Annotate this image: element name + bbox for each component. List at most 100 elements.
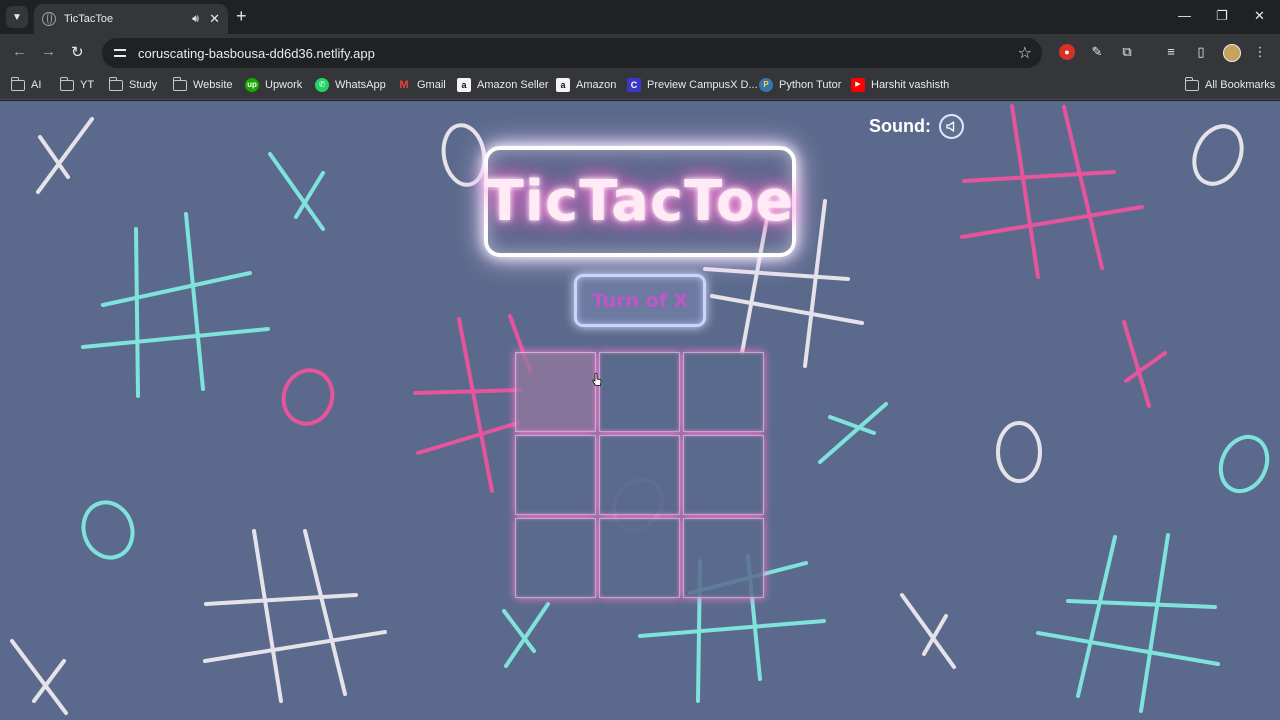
game-title: TicTacToe (485, 169, 795, 234)
bookmark-gmail[interactable]: M Gmail (397, 78, 446, 92)
bookmark-star-icon[interactable]: ☆ (1018, 43, 1032, 63)
bookmark-python-tutor[interactable]: P Python Tutor (759, 78, 841, 92)
minimize-icon[interactable]: — (1178, 8, 1191, 23)
folder-icon (173, 77, 187, 91)
turn-indicator: Turn of X (574, 274, 706, 327)
eyedropper-icon[interactable]: ✎ (1089, 44, 1105, 60)
doodle-hash (1036, 533, 1220, 713)
reload-icon[interactable]: ↻ (71, 43, 84, 61)
tab-title: TicTacToe (64, 13, 114, 25)
close-tab-icon[interactable]: ✕ (209, 11, 220, 27)
bookmark-label: Harshit vashisth (871, 79, 950, 91)
doodle-o (1218, 434, 1270, 494)
profile-avatar[interactable] (1223, 44, 1241, 62)
doodle-x (502, 602, 550, 668)
side-panel-icon[interactable]: ▯ (1193, 44, 1209, 60)
bookmark-label: All Bookmarks (1205, 78, 1276, 91)
bookmark-ai[interactable]: AI (11, 77, 41, 91)
globe-icon (42, 12, 56, 26)
extensions-puzzle-icon[interactable]: ⧉ (1119, 44, 1135, 60)
bookmark-label: Preview CampusX D... (647, 79, 758, 91)
extension-red-icon[interactable]: ● (1059, 44, 1075, 60)
bookmark-label: Study (129, 78, 158, 91)
board-cell-4[interactable] (599, 435, 680, 515)
doodle-x (1122, 320, 1167, 408)
back-icon[interactable]: ← (12, 43, 27, 60)
bookmark-label: YT (80, 78, 95, 91)
hand-cursor-icon (592, 373, 602, 386)
sound-toggle-button[interactable] (938, 114, 964, 139)
new-tab-button[interactable]: + (236, 7, 247, 25)
bookmark-study[interactable]: Study (109, 77, 158, 91)
bookmark-label: Gmail (417, 79, 446, 91)
speaker-icon[interactable]: 🔊︎ (192, 13, 199, 26)
folder-icon (11, 77, 25, 91)
doodle-o (441, 123, 487, 187)
browser-toolbar: ← → ↻ coruscating-basbousa-dd6d36.netlif… (0, 34, 1280, 72)
doodle-o (81, 500, 135, 560)
doodle-o (281, 368, 335, 426)
tab-search-button[interactable]: ▼ (6, 6, 28, 28)
python-icon: P (759, 78, 773, 92)
board-cell-8[interactable] (683, 518, 764, 598)
board-cell-2[interactable] (683, 352, 764, 432)
url-text[interactable]: coruscating-basbousa-dd6d36.netlify.app (138, 46, 375, 61)
board-cell-1[interactable] (599, 352, 680, 432)
board-cell-3[interactable] (515, 435, 596, 515)
gmail-icon: M (397, 78, 411, 92)
doodle-x (818, 402, 888, 464)
turn-text: Turn of X (591, 289, 689, 312)
game-page: Sound: TicTacToe Turn of X (0, 101, 1280, 720)
bookmark-label: Python Tutor (779, 79, 842, 91)
tab-strip: ▼ TicTacToe 🔊︎ ✕ + — ❐ ✕ (0, 0, 1280, 34)
bookmark-label: WhatsApp (335, 79, 386, 91)
folder-icon (1185, 77, 1199, 91)
restore-icon[interactable]: ❐ (1216, 8, 1228, 24)
board-cell-5[interactable] (683, 435, 764, 515)
doodle-hash (960, 104, 1144, 279)
doodle-hash (413, 314, 532, 493)
bookmark-upwork[interactable]: up Upwork (245, 78, 302, 92)
doodle-hash (81, 212, 270, 398)
bookmark-label: Amazon Seller (477, 79, 549, 91)
bookmark-label: Upwork (265, 79, 303, 91)
forward-icon[interactable]: → (41, 43, 56, 60)
bookmark-campusx[interactable]: C Preview CampusX D... (627, 78, 758, 92)
youtube-icon: ▶ (851, 78, 865, 92)
sound-control: Sound: (869, 114, 964, 139)
bookmark-yt[interactable]: YT (60, 77, 95, 91)
campusx-icon: C (627, 78, 641, 92)
doodle-x (268, 152, 325, 231)
media-control-icon[interactable]: ≡ (1163, 44, 1179, 60)
doodle-o (1192, 124, 1244, 186)
title-banner: TicTacToe (484, 146, 796, 257)
bookmark-amazon[interactable]: a Amazon (556, 78, 616, 92)
game-board (515, 352, 766, 602)
bookmark-label: Website (193, 78, 233, 91)
bookmark-whatsapp[interactable]: ✆ WhatsApp (315, 78, 386, 92)
bookmark-harshit[interactable]: ▶ Harshit vashisth (851, 78, 949, 92)
board-cell-0[interactable] (515, 352, 596, 432)
whatsapp-icon: ✆ (315, 78, 329, 92)
amazon-icon: a (556, 78, 570, 92)
folder-icon (60, 77, 74, 91)
board-cell-6[interactable] (515, 518, 596, 598)
browser-tab[interactable]: TicTacToe 🔊︎ ✕ (34, 4, 228, 34)
sound-label: Sound: (869, 116, 931, 136)
speaker-icon (946, 121, 955, 132)
doodle-x (36, 117, 94, 194)
bookmark-amazon-seller[interactable]: a Amazon Seller (457, 78, 549, 92)
address-bar[interactable]: coruscating-basbousa-dd6d36.netlify.app … (102, 38, 1042, 68)
menu-kebab-icon[interactable]: ⋮ (1252, 44, 1268, 60)
doodle-x (10, 639, 68, 715)
bookmark-label: Amazon (576, 79, 617, 91)
amazon-icon: a (457, 78, 471, 92)
site-info-icon[interactable] (114, 48, 126, 58)
doodle-hash (203, 529, 387, 703)
bookmarks-bar: AI YT Study Website up Upwork ✆ WhatsApp M… (0, 72, 1280, 100)
all-bookmarks[interactable]: All Bookmarks (1185, 77, 1276, 91)
board-cell-7[interactable] (599, 518, 680, 598)
upwork-icon: up (245, 78, 259, 92)
bookmark-website[interactable]: Website (173, 77, 233, 91)
close-window-icon[interactable]: ✕ (1254, 8, 1265, 24)
